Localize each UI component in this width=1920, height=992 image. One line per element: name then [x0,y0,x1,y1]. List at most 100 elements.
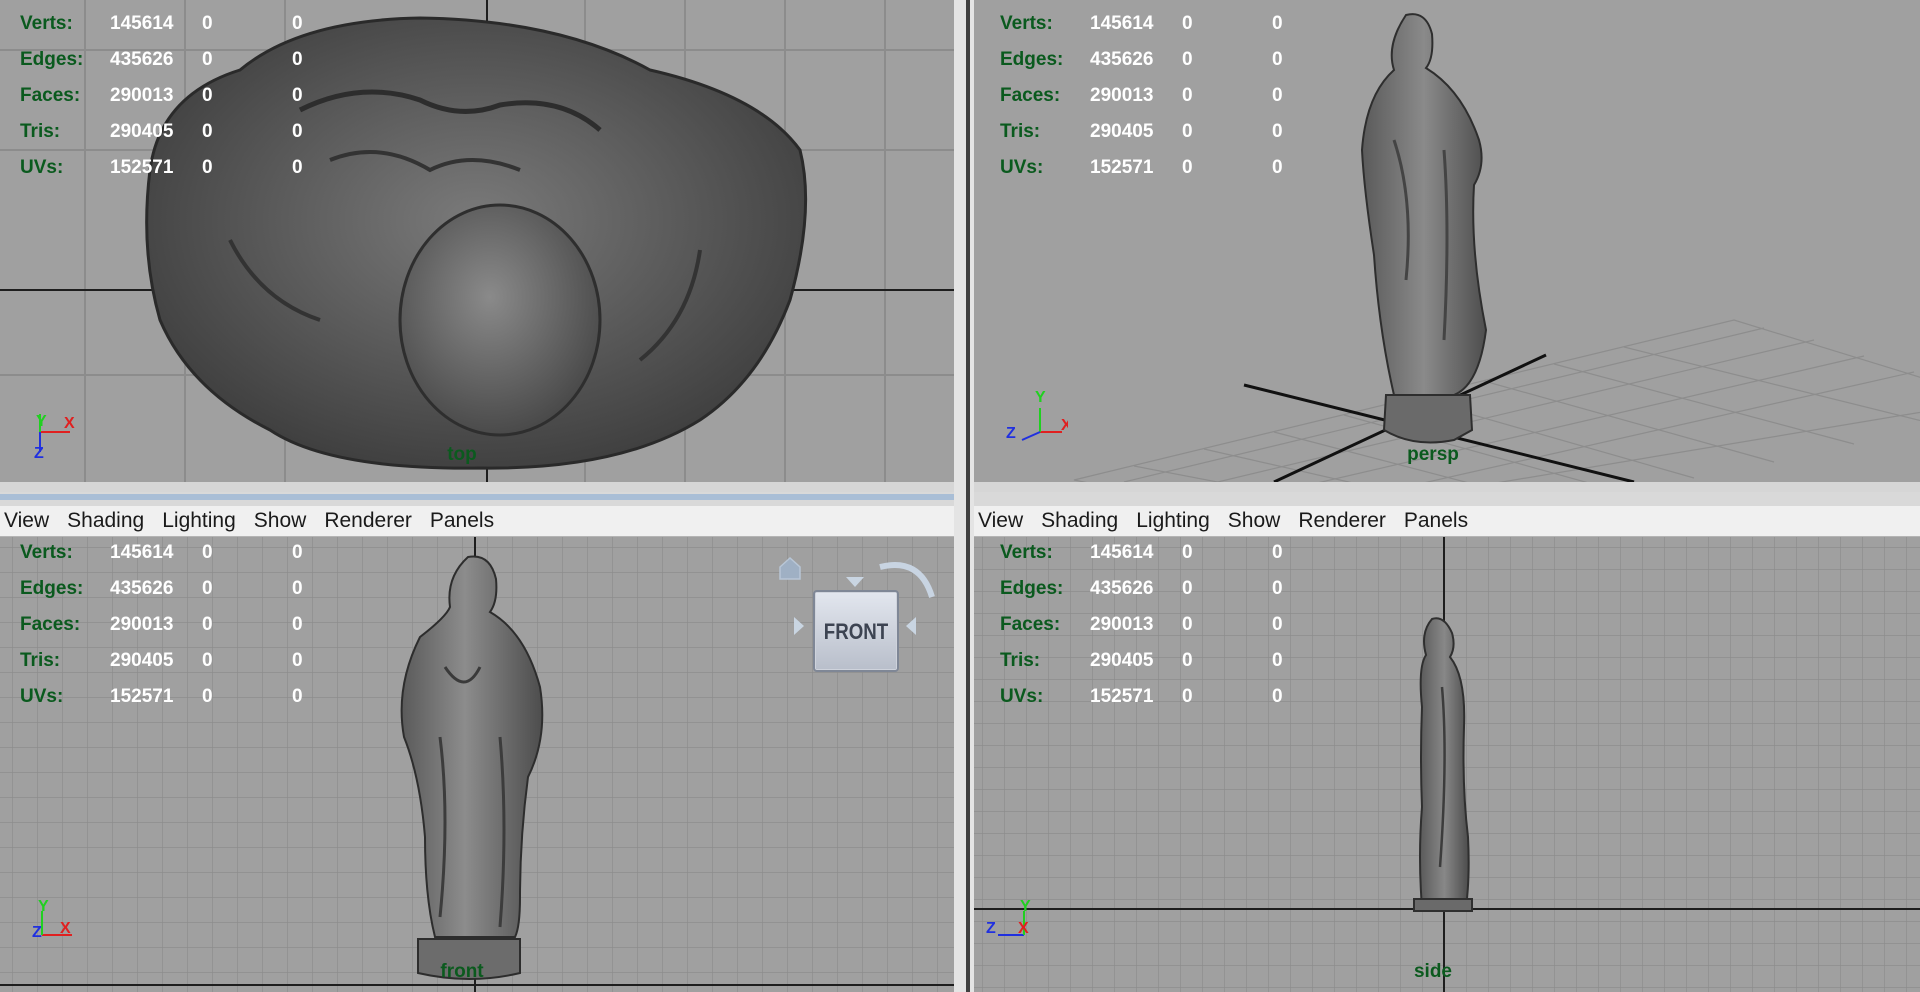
viewport-side[interactable]: Verts: 145614 0 0 Edges: 435626 0 0 Faces: 2900… [974,537,1920,992]
camera-name-label: persp [1407,444,1459,465]
menu-panels[interactable]: Panels [426,509,502,533]
stat-row-uvs: UVs: 152571 0 0 [998,679,1298,715]
camera-name-label: top [447,444,477,465]
stat-value: 0 [202,85,213,106]
stat-value: 290405 [110,121,174,142]
stat-value: 435626 [110,578,174,599]
menu-show[interactable]: Show [250,509,315,533]
menu-view[interactable]: View [974,509,1031,533]
stat-value: 0 [202,686,213,707]
stat-value: 0 [292,13,303,34]
axis-z-label: Z [32,924,42,941]
stat-row-tris: Tris: 290405 0 0 [18,643,318,679]
stat-value: 0 [1182,614,1193,635]
menu-lighting[interactable]: Lighting [1132,509,1218,533]
stat-row-edges: Edges: 435626 0 0 [998,42,1298,78]
stat-label: Faces: [1000,85,1061,106]
axis-x-label: X [60,920,71,937]
stat-value: 290013 [110,614,174,635]
menu-show[interactable]: Show [1224,509,1289,533]
viewport-top[interactable]: Verts: 145614 0 0 Edges: 435626 0 0 Faces: 2900… [0,0,954,482]
stat-value: 0 [1182,13,1193,34]
stat-row-verts: Verts: 145614 0 0 [998,6,1298,42]
menu-lighting[interactable]: Lighting [158,509,244,533]
menu-shading[interactable]: Shading [1037,509,1126,533]
stat-value: 0 [1182,49,1193,70]
viewcube[interactable]: FRONT [770,547,950,695]
stat-row-faces: Faces: 290013 0 0 [998,607,1298,643]
stat-value: 0 [1182,85,1193,106]
stat-value: 0 [1272,686,1283,707]
axis-y-label: Y [1035,389,1046,406]
axis-y-label: Y [36,413,47,430]
stat-value: 0 [292,542,303,563]
menu-panels[interactable]: Panels [1400,509,1476,533]
stat-label: UVs: [1000,157,1044,178]
menu-renderer[interactable]: Renderer [320,509,420,533]
stat-label: Faces: [20,85,81,106]
stat-label: Verts: [1000,13,1053,34]
stat-value: 0 [292,578,303,599]
stat-value: 145614 [1090,542,1154,563]
stat-label: Faces: [20,614,81,635]
stat-value: 0 [1182,157,1193,178]
axis-z-label: Z [1006,425,1016,442]
stat-label: Tris: [20,650,61,671]
stat-value: 0 [292,157,303,178]
stat-row-faces: Faces: 290013 0 0 [18,78,318,114]
stat-value: 0 [1272,650,1283,671]
stat-row-verts: Verts: 145614 0 0 [18,6,318,42]
stat-row-uvs: UVs: 152571 0 0 [18,150,318,186]
stat-value: 0 [292,686,303,707]
camera-name-label: front [440,961,484,982]
stat-value: 152571 [110,686,174,707]
stat-label: Verts: [1000,542,1053,563]
stat-row-tris: Tris: 290405 0 0 [998,114,1298,150]
menu-renderer[interactable]: Renderer [1294,509,1394,533]
panel-divider-vertical[interactable] [954,0,974,992]
stat-label: Edges: [20,578,84,599]
stat-row-uvs: UVs: 152571 0 0 [18,679,318,715]
stat-label: Verts: [20,13,73,34]
stat-value: 0 [292,650,303,671]
stat-value: 0 [1272,85,1283,106]
stat-value: 290013 [1090,614,1154,635]
stat-value: 0 [292,85,303,106]
stat-row-verts: Verts: 145614 0 0 [998,537,1298,571]
viewcube-face-label[interactable]: FRONT [820,619,891,645]
stat-label: Tris: [20,121,61,142]
axis-x-label: X [64,415,75,432]
stat-value: 0 [292,614,303,635]
arrow-right-icon [906,617,916,635]
stat-value: 0 [1272,49,1283,70]
stat-row-faces: Faces: 290013 0 0 [998,78,1298,114]
axis-y-label: Y [38,898,49,915]
stat-value: 0 [1272,121,1283,142]
stat-value: 0 [202,578,213,599]
viewport-persp[interactable]: Verts: 145614 0 0 Edges: 435626 0 0 Faces: 2900… [974,0,1920,482]
stat-value: 0 [1182,578,1193,599]
menu-view[interactable]: View [0,509,57,533]
stat-row-uvs: UVs: 152571 0 0 [998,150,1298,186]
stat-value: 0 [1182,650,1193,671]
axis-x-label: X [1061,417,1068,434]
stat-row-tris: Tris: 290405 0 0 [998,643,1298,679]
stat-value: 0 [1272,542,1283,563]
stat-value: 0 [202,49,213,70]
stat-label: Tris: [1000,121,1041,142]
menu-shading[interactable]: Shading [63,509,152,533]
arrow-up-icon [846,577,864,587]
axis-x-label: X [1018,920,1029,937]
poly-count-hud-front: Verts: 145614 0 0 Edges: 435626 0 0 Faces: 2900… [18,537,318,715]
stat-value: 0 [202,650,213,671]
axis-gizmo-icon: Y X Z [34,413,75,462]
stat-value: 145614 [1090,13,1154,34]
viewport-front[interactable]: Verts: 145614 0 0 Edges: 435626 0 0 Faces: 2900… [0,537,954,992]
stat-value: 290013 [110,85,174,106]
camera-name-label: side [1413,961,1453,982]
panel-border [966,0,970,992]
stat-value: 152571 [1090,157,1154,178]
stat-value: 0 [1182,542,1193,563]
stat-value: 0 [292,49,303,70]
panel-menu-bar-front: View Shading Lighting Show Renderer Pane… [0,506,954,537]
